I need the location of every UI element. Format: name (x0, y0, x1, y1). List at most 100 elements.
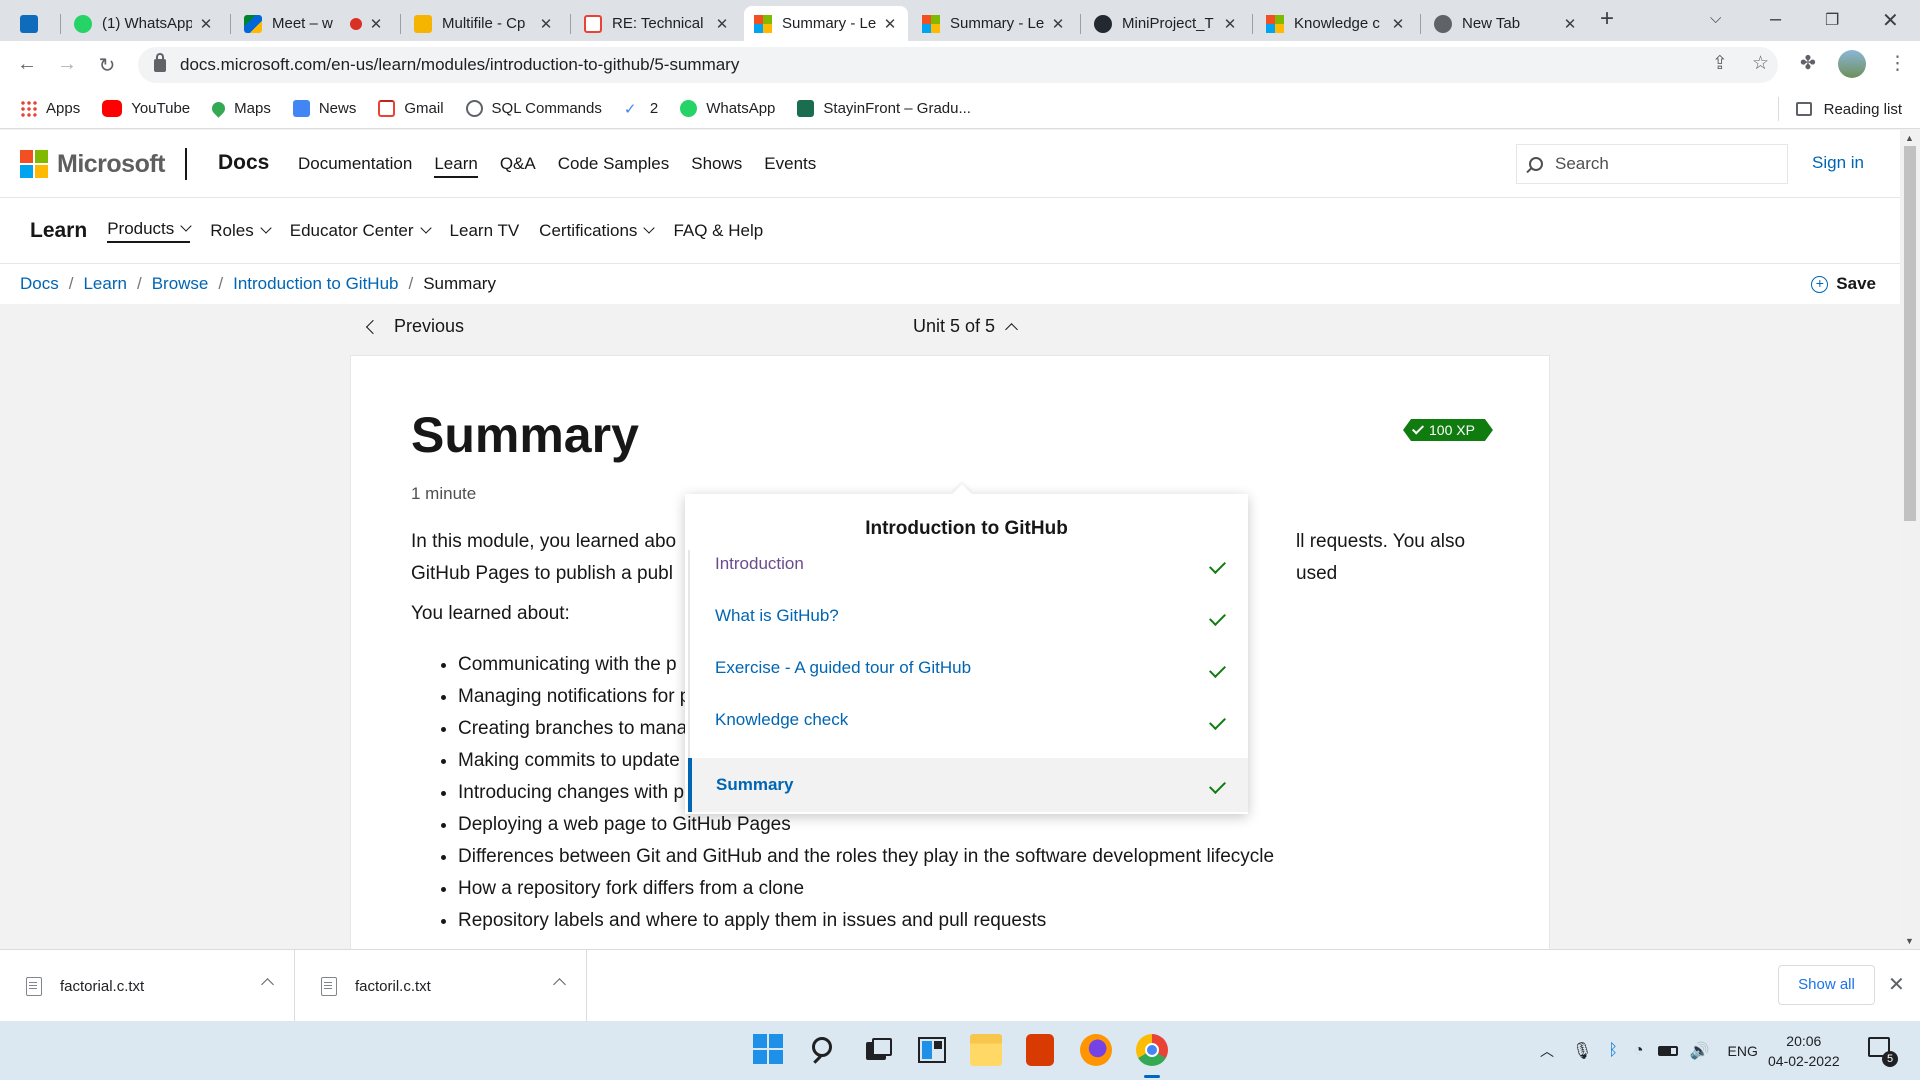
address-bar[interactable]: docs.microsoft.com/en-us/learn/modules/i… (138, 47, 1778, 83)
unit-selector-button[interactable]: Unit 5 of 5 (913, 316, 1018, 337)
show-all-button[interactable]: Show all (1778, 965, 1875, 1005)
subnav-educator-center[interactable]: Educator Center (290, 221, 432, 241)
bookmark-maps[interactable]: Maps (209, 99, 271, 118)
nav-shows[interactable]: Shows (691, 154, 742, 178)
tab-summary-active[interactable]: Summary - Le ✕ (744, 6, 908, 41)
close-icon[interactable]: ✕ (1222, 15, 1238, 33)
scrollbar-thumb[interactable] (1904, 146, 1916, 521)
bookmark-apps[interactable]: Apps (20, 100, 80, 117)
breadcrumb-module[interactable]: Introduction to GitHub (233, 274, 398, 294)
menu-item-what-is-github[interactable]: What is GitHub? (688, 590, 1248, 642)
close-icon[interactable]: ✕ (198, 15, 214, 33)
bookmark-youtube[interactable]: YouTube (102, 100, 190, 117)
office-icon[interactable] (1026, 1034, 1054, 1066)
microsoft-logo-icon[interactable] (20, 150, 48, 178)
bookmark-whatsapp[interactable]: WhatsApp (680, 100, 775, 117)
scroll-up-icon[interactable]: ▲ (1905, 133, 1914, 143)
close-icon[interactable]: ✕ (538, 15, 554, 33)
extensions-puzzle-icon[interactable]: ✤ (1800, 52, 1816, 75)
firefox-icon[interactable] (1080, 1034, 1112, 1066)
subnav-certifications[interactable]: Certifications (539, 221, 656, 241)
close-icon[interactable]: ✕ (882, 15, 898, 33)
widgets-icon[interactable] (916, 1034, 948, 1066)
docs-brand[interactable]: Docs (218, 151, 269, 175)
page-scrollbar[interactable]: ▲ ▼ (1900, 130, 1920, 949)
window-close-icon[interactable]: ✕ (1882, 8, 1899, 33)
wifi-icon[interactable]: ◔ (1634, 1042, 1644, 1060)
task-view-icon[interactable] (862, 1034, 894, 1066)
back-arrow-icon[interactable]: ← (14, 53, 40, 76)
tab-search-chevron-icon[interactable]: ⌵ (1710, 10, 1721, 27)
breadcrumb-browse[interactable]: Browse (152, 274, 209, 294)
nav-learn[interactable]: Learn (434, 154, 478, 178)
chevron-up-icon[interactable] (553, 978, 566, 991)
close-icon[interactable]: ✕ (714, 15, 730, 33)
reload-icon[interactable]: ↻ (94, 53, 120, 78)
tab-github[interactable]: MiniProject_T ✕ (1084, 6, 1248, 41)
share-icon[interactable]: ⇪ (1712, 52, 1728, 75)
profile-avatar[interactable] (1838, 50, 1866, 78)
close-icon[interactable]: ✕ (1888, 972, 1905, 997)
show-hidden-icons-chevron-icon[interactable]: ︿ (1540, 1041, 1554, 1061)
bookmark-gmail[interactable]: Gmail (378, 100, 444, 117)
tab-meet[interactable]: Meet – w ✕ (234, 6, 394, 41)
forward-arrow-icon[interactable]: → (54, 53, 80, 76)
new-tab-plus-icon[interactable]: + (1600, 5, 1614, 33)
download-item[interactable]: factoril.c.txt (295, 950, 587, 1022)
lock-icon[interactable] (154, 52, 166, 72)
bookmark-stayinfront[interactable]: StayinFront – Gradu... (797, 100, 971, 117)
save-button[interactable]: + Save (1811, 274, 1876, 294)
close-icon[interactable]: ✕ (1050, 15, 1066, 33)
url-text[interactable]: docs.microsoft.com/en-us/learn/modules/i… (180, 55, 739, 75)
bluetooth-icon[interactable]: ᛒ (1608, 1042, 1618, 1060)
learn-brand[interactable]: Learn (30, 219, 87, 243)
volume-icon[interactable]: 🔊 (1690, 1041, 1710, 1061)
restore-icon[interactable]: ❐ (1825, 10, 1839, 30)
browser-menu-icon[interactable]: ⋮ (1888, 52, 1907, 75)
clock[interactable]: 20:06 04-02-2022 (1768, 1031, 1840, 1071)
menu-item-knowledge-check[interactable]: Knowledge check (688, 694, 1248, 746)
nav-events[interactable]: Events (764, 154, 816, 178)
bookmark-star-icon[interactable]: ☆ (1752, 52, 1769, 75)
menu-item-exercise[interactable]: Exercise - A guided tour of GitHub (688, 642, 1248, 694)
bookmark-news[interactable]: News (292, 100, 356, 117)
breadcrumb-docs[interactable]: Docs (20, 274, 59, 294)
language-indicator[interactable]: ENG (1728, 1043, 1758, 1059)
nav-code-samples[interactable]: Code Samples (558, 154, 670, 178)
close-icon[interactable]: ✕ (1390, 15, 1406, 33)
close-icon[interactable]: ✕ (1562, 15, 1578, 33)
tab-gmail[interactable]: RE: Technical ✕ (574, 6, 740, 41)
close-icon[interactable]: ✕ (368, 15, 384, 33)
breadcrumb-learn[interactable]: Learn (83, 274, 126, 294)
search-icon[interactable] (808, 1034, 840, 1066)
subnav-roles[interactable]: Roles (210, 221, 272, 241)
previous-button[interactable]: Previous (365, 316, 464, 337)
tab-knowledge-check[interactable]: Knowledge c ✕ (1256, 6, 1416, 41)
subnav-faq-help[interactable]: FAQ & Help (673, 221, 763, 241)
tab-whatsapp[interactable]: (1) WhatsApp ✕ (64, 6, 224, 41)
microphone-icon[interactable]: 🎙 (1572, 1041, 1592, 1061)
reading-list-button[interactable]: Reading list (1795, 89, 1902, 129)
tab-outlook[interactable] (10, 6, 54, 41)
nav-documentation[interactable]: Documentation (298, 154, 412, 178)
menu-item-summary[interactable]: Summary (688, 758, 1248, 812)
bookmark-sql-commands[interactable]: SQL Commands (465, 100, 602, 117)
sign-in-link[interactable]: Sign in (1812, 153, 1864, 173)
subnav-products[interactable]: Products (107, 219, 192, 243)
scroll-down-icon[interactable]: ▼ (1905, 936, 1914, 946)
file-explorer-icon[interactable] (970, 1034, 1002, 1066)
battery-icon[interactable] (1657, 1045, 1678, 1056)
microsoft-brand[interactable]: Microsoft (57, 150, 166, 179)
tab-new-tab[interactable]: New Tab ✕ (1424, 6, 1588, 41)
tab-summary[interactable]: Summary - Le ✕ (912, 6, 1076, 41)
download-item[interactable]: factorial.c.txt (0, 950, 295, 1022)
minimize-icon[interactable]: – (1770, 8, 1781, 31)
chrome-icon[interactable] (1136, 1034, 1168, 1066)
bookmark-feather[interactable]: ✓ 2 (624, 100, 658, 118)
tab-codepad[interactable]: Multifile - Cp ✕ (404, 6, 564, 41)
subnav-learn-tv[interactable]: Learn TV (450, 221, 520, 241)
nav-qa[interactable]: Q&A (500, 154, 536, 178)
windows-start-icon[interactable] (753, 1034, 783, 1064)
chevron-up-icon[interactable] (261, 978, 274, 991)
menu-item-introduction[interactable]: Introduction (688, 538, 1248, 590)
